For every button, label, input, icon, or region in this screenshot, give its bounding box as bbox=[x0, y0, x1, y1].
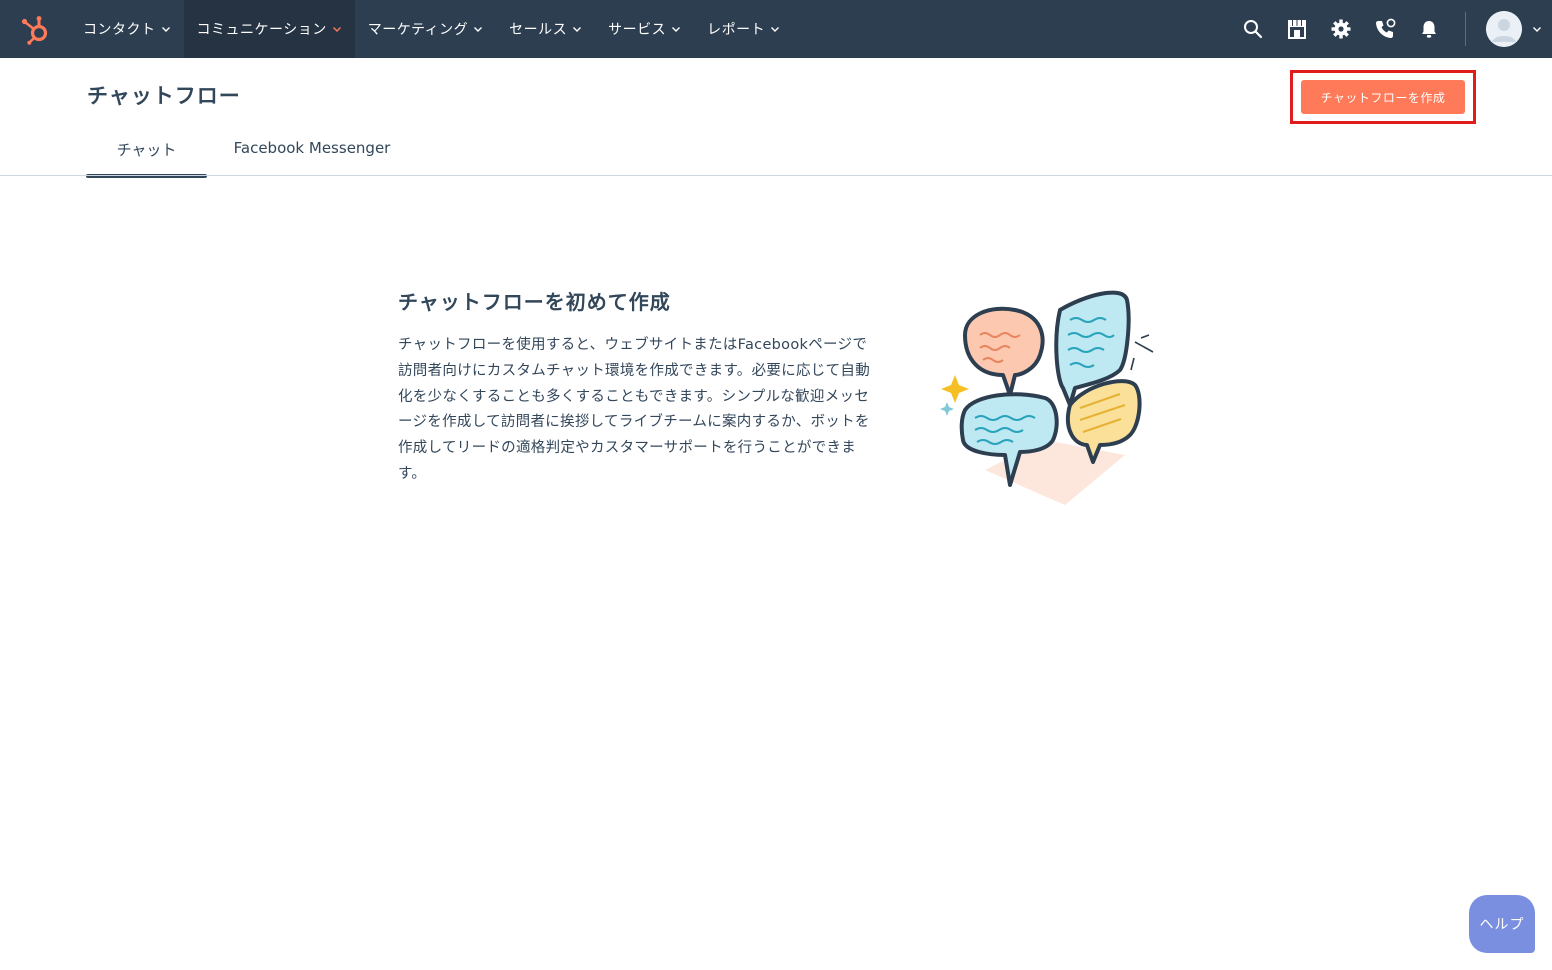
marketplace-icon[interactable] bbox=[1275, 0, 1319, 58]
description-line: 化を少なくすることも多くすることもできます。シンプルな歓迎メッセ bbox=[398, 388, 870, 405]
hubspot-logo[interactable] bbox=[18, 12, 52, 46]
nav-item-service[interactable]: サービス bbox=[595, 0, 694, 58]
create-chatflow-button[interactable]: チャットフローを作成 bbox=[1301, 80, 1465, 114]
nav-item-conversations[interactable]: コミュニケーション bbox=[183, 0, 355, 58]
chevron-down-icon bbox=[671, 24, 681, 34]
nav-divider bbox=[1465, 12, 1466, 46]
chevron-down-icon bbox=[770, 24, 780, 34]
nav-item-label: セールス bbox=[509, 22, 568, 38]
empty-state-title: チャットフローを初めて作成 bbox=[398, 290, 671, 314]
utility-icons bbox=[1231, 0, 1552, 58]
nav-item-label: サービス bbox=[608, 22, 667, 38]
empty-state-description: チャットフローを使用すると、ウェブサイトまたはFacebookページで 訪問者向… bbox=[398, 333, 882, 488]
settings-icon[interactable] bbox=[1319, 0, 1363, 58]
page-title: チャットフロー bbox=[87, 84, 241, 108]
nav-item-label: マーケティング bbox=[367, 22, 469, 38]
search-icon[interactable] bbox=[1231, 0, 1275, 58]
description-line: チャットフローを使用すると、ウェブサイトまたはFacebookページで bbox=[398, 337, 868, 353]
notifications-icon[interactable] bbox=[1407, 0, 1451, 58]
description-line: ージを作成して訪問者に挨拶してライブチームに案内するか、ボットを bbox=[398, 414, 870, 431]
avatar[interactable] bbox=[1486, 11, 1522, 47]
chevron-down-icon[interactable] bbox=[1522, 0, 1552, 58]
nav-item-label: コミュニケーション bbox=[196, 22, 327, 38]
help-button[interactable]: ヘルプ bbox=[1469, 895, 1535, 953]
description-line: 訪問者向けにカスタムチャット環境を作成できます。必要に応じて自動 bbox=[398, 362, 871, 379]
main-menu: コンタクト コミュニケーション マーケティング セールス サービス レポート bbox=[70, 0, 793, 58]
chat-bubbles-illustration bbox=[935, 280, 1165, 510]
description-line: 作成してリードの適格判定やカスタマーサポートを行うことができま bbox=[398, 440, 857, 457]
nav-item-label: コンタクト bbox=[83, 22, 156, 38]
chevron-down-icon bbox=[161, 24, 171, 34]
nav-item-label: レポート bbox=[707, 22, 766, 38]
chevron-down-icon bbox=[473, 24, 483, 34]
description-line: す。 bbox=[398, 465, 427, 482]
chevron-down-icon bbox=[332, 24, 342, 34]
tab-chat[interactable]: チャット bbox=[86, 130, 207, 178]
calling-icon[interactable] bbox=[1363, 0, 1407, 58]
chevron-down-icon bbox=[572, 24, 582, 34]
nav-item-sales[interactable]: セールス bbox=[496, 0, 595, 58]
tab-facebook-messenger[interactable]: Facebook Messenger bbox=[207, 130, 417, 176]
tabs-divider bbox=[0, 175, 1552, 176]
nav-item-contacts[interactable]: コンタクト bbox=[70, 0, 184, 58]
nav-item-marketing[interactable]: マーケティング bbox=[355, 0, 496, 58]
tab-bar: チャット Facebook Messenger bbox=[86, 130, 417, 178]
nav-item-reports[interactable]: レポート bbox=[694, 0, 793, 58]
top-navigation: コンタクト コミュニケーション マーケティング セールス サービス レポート bbox=[0, 0, 1552, 58]
